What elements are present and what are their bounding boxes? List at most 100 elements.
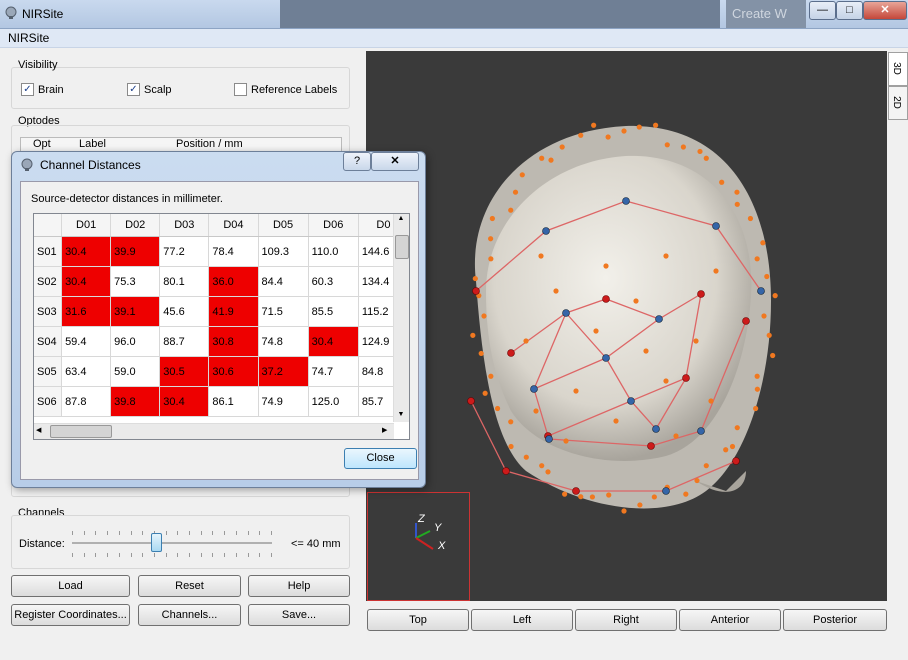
distance-cell[interactable]: 37.2	[258, 356, 309, 387]
distance-cell[interactable]: 85.5	[308, 296, 359, 327]
slider-tick	[259, 531, 261, 535]
distance-cell[interactable]: 30.4	[308, 326, 359, 357]
source-optode	[602, 295, 610, 303]
scalp-checkbox[interactable]: ✓ Scalp	[127, 83, 172, 96]
slider-tick	[118, 553, 120, 557]
distance-cell[interactable]: 80.1	[159, 266, 210, 297]
tab-3d[interactable]: 3D	[888, 52, 908, 86]
distance-cell[interactable]: 31.6	[61, 296, 112, 327]
slider-tick	[259, 553, 261, 557]
orange-marker	[723, 447, 729, 453]
slider-tick	[130, 531, 132, 535]
distance-cell[interactable]: 39.9	[110, 236, 161, 267]
distance-cell[interactable]: 63.4	[61, 356, 112, 387]
distance-cell[interactable]: 71.5	[258, 296, 309, 327]
orange-marker	[673, 433, 679, 439]
distance-cell[interactable]: 30.5	[159, 356, 210, 387]
help-button[interactable]: Help	[248, 575, 350, 597]
distance-cell[interactable]: 30.6	[208, 356, 259, 387]
orange-marker	[562, 491, 568, 497]
slider-tick	[83, 553, 85, 557]
dialog-close-button[interactable]: Close	[344, 448, 417, 469]
row-header: S03	[34, 296, 63, 327]
distance-cell[interactable]: 41.9	[208, 296, 259, 327]
minimize-button[interactable]: —	[809, 1, 836, 20]
channels-button[interactable]: Channels...	[138, 604, 241, 626]
orange-marker	[754, 386, 760, 392]
source-optode	[502, 467, 510, 475]
orange-marker	[545, 469, 551, 475]
table-row: S03 31.6 39.1 45.6 41.9 71.5 85.5 115.2	[34, 296, 409, 327]
distance-cell[interactable]: 39.8	[110, 386, 161, 417]
distance-cell[interactable]: 74.7	[308, 356, 359, 387]
distance-cell[interactable]: 84.4	[258, 266, 309, 297]
reset-button[interactable]: Reset	[138, 575, 241, 597]
distance-cell[interactable]: 74.9	[258, 386, 309, 417]
save-button[interactable]: Save...	[248, 604, 350, 626]
distance-cell[interactable]: 109.3	[258, 236, 309, 267]
distance-cell[interactable]: 110.0	[308, 236, 359, 267]
distance-cell[interactable]: 96.0	[110, 326, 161, 357]
brain-checkbox[interactable]: ✓ Brain	[21, 83, 64, 96]
distance-cell[interactable]: 125.0	[308, 386, 359, 417]
vertical-scroll-thumb[interactable]	[395, 235, 409, 259]
scroll-down-icon[interactable]: ▼	[395, 411, 407, 421]
distance-cell[interactable]: 86.1	[208, 386, 259, 417]
distance-cell[interactable]: 36.0	[208, 266, 259, 297]
maximize-button[interactable]: □	[836, 1, 863, 20]
table-row: S04 59.4 96.0 88.7 30.8 74.8 30.4 124.9	[34, 326, 409, 357]
view-anterior-button[interactable]: Anterior	[679, 609, 781, 631]
detector-optode	[627, 397, 635, 405]
distance-cell[interactable]: 74.8	[258, 326, 309, 357]
scroll-right-icon[interactable]: ▶	[382, 425, 392, 437]
distance-cell[interactable]: 87.8	[61, 386, 112, 417]
vertical-scrollbar[interactable]: ▲ ▼	[393, 214, 409, 422]
reference-labels-checkbox[interactable]: Reference Labels	[234, 83, 337, 96]
orange-marker	[694, 477, 700, 484]
distance-cell[interactable]: 75.3	[110, 266, 161, 297]
distance-cell[interactable]: 30.8	[208, 326, 259, 357]
distance-cell[interactable]: 78.4	[208, 236, 259, 267]
distance-cell[interactable]: 59.4	[61, 326, 112, 357]
tab-2d[interactable]: 2D	[888, 86, 908, 120]
scroll-up-icon[interactable]: ▲	[395, 215, 407, 225]
scalp-check-icon: ✓	[127, 83, 140, 96]
distance-cell[interactable]: 60.3	[308, 266, 359, 297]
distance-cell[interactable]: 45.6	[159, 296, 210, 327]
distance-slider-handle[interactable]	[151, 533, 162, 552]
channel-distances-dialog: Channel Distances ? ✕ Source-detector di…	[11, 151, 426, 488]
scroll-left-icon[interactable]: ◀	[36, 425, 46, 437]
view-right-button[interactable]: Right	[575, 609, 677, 631]
view-top-button[interactable]: Top	[367, 609, 469, 631]
distance-cell[interactable]: 77.2	[159, 236, 210, 267]
load-button[interactable]: Load	[11, 575, 130, 597]
dialog-help-button[interactable]: ?	[343, 152, 371, 171]
source-optode	[682, 374, 690, 382]
close-window-button[interactable]: ✕	[863, 1, 907, 20]
distance-cell[interactable]: 30.4	[61, 266, 112, 297]
distance-cell[interactable]: 59.0	[110, 356, 161, 387]
horizontal-scrollbar[interactable]: ◀ ▶	[34, 423, 394, 439]
slider-tick	[247, 553, 249, 557]
distance-cell[interactable]: 30.4	[61, 236, 112, 267]
register-coordinates-button[interactable]: Register Coordinates...	[11, 604, 130, 626]
source-optode	[732, 457, 740, 465]
orange-marker	[578, 132, 584, 138]
source-optode	[507, 349, 515, 357]
orange-marker	[563, 438, 569, 444]
dialog-close-x-button[interactable]: ✕	[371, 152, 419, 171]
distance-cell[interactable]: 39.1	[110, 296, 161, 327]
view-posterior-button[interactable]: Posterior	[783, 609, 887, 631]
distance-cell[interactable]: 30.4	[159, 386, 210, 417]
menu-nirsite[interactable]: NIRSite	[8, 31, 49, 45]
orange-marker	[734, 425, 740, 431]
orange-marker	[548, 157, 554, 163]
horizontal-scroll-thumb[interactable]	[50, 425, 112, 438]
view-left-button[interactable]: Left	[471, 609, 573, 631]
orange-marker	[508, 419, 514, 425]
orange-marker	[478, 350, 484, 357]
distance-cell[interactable]: 88.7	[159, 326, 210, 357]
orange-marker	[621, 508, 627, 514]
orange-marker	[753, 405, 759, 412]
slider-tick	[200, 531, 202, 535]
